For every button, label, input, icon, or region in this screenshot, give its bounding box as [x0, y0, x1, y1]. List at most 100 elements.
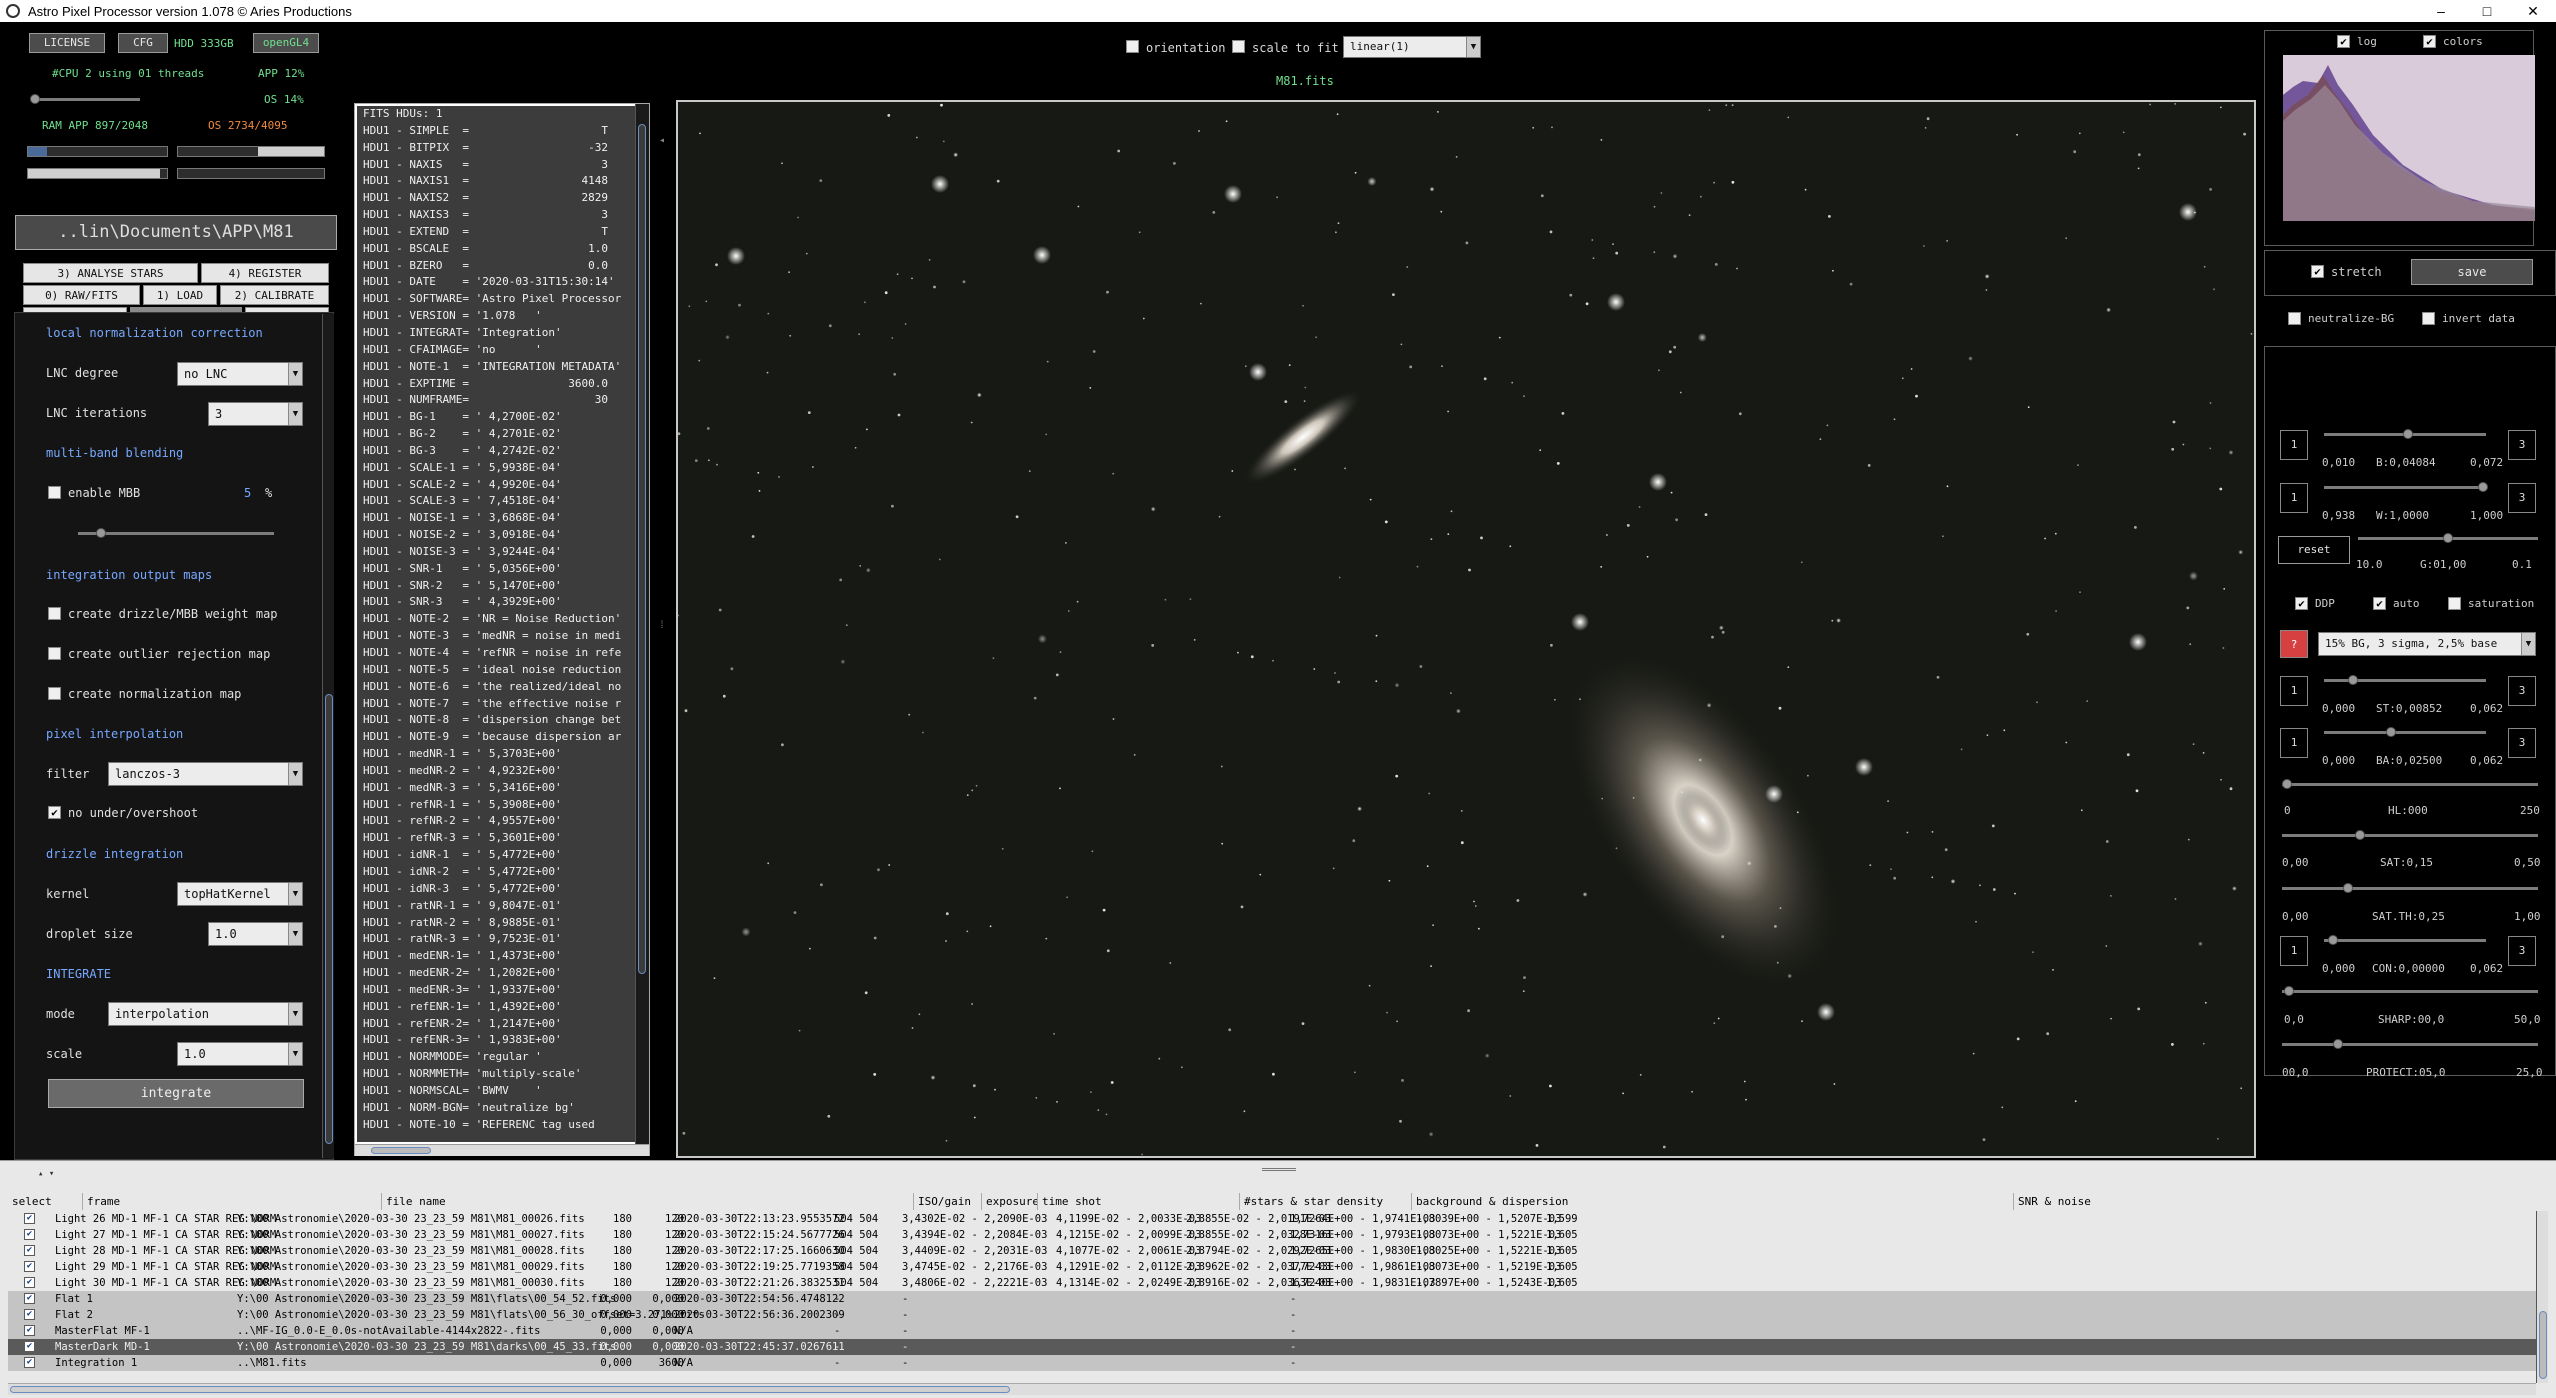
table-row[interactable]: ✔ Light 26 MD-1 MF-1 CA STAR REG NORM Y:\0…	[8, 1211, 2548, 1227]
row-select-checkbox[interactable]: ✔	[24, 1309, 35, 1320]
col-select[interactable]: select	[8, 1193, 83, 1210]
st-increase-button[interactable]: 3	[2508, 676, 2536, 706]
w-increase-button[interactable]: 3	[2508, 483, 2536, 513]
fits-scrollbar-thumb[interactable]	[638, 124, 646, 974]
col-iso-gain[interactable]: ISO/gain	[914, 1193, 982, 1210]
invert-data-checkbox[interactable]	[2422, 312, 2435, 325]
table-row[interactable]: ✔ Light 28 MD-1 MF-1 CA STAR REG NORM Y:\0…	[8, 1243, 2548, 1259]
drizzle-map-checkbox[interactable]	[48, 607, 61, 620]
col-frame[interactable]: frame	[83, 1193, 382, 1210]
con-slider-thumb[interactable]	[2328, 935, 2338, 945]
log-checkbox[interactable]: ✔	[2337, 35, 2350, 48]
fits-hscroll-thumb[interactable]	[371, 1147, 431, 1154]
con-decrease-button[interactable]: 1	[2280, 936, 2308, 966]
col-background[interactable]: background & dispersion	[1412, 1193, 2014, 1210]
col-exposure[interactable]: exposure (s)	[982, 1193, 1038, 1210]
satth-slider-thumb[interactable]	[2343, 883, 2353, 893]
fits-header-text[interactable]: FITS HDUs: 1 HDU1 - SIMPLE = T HDU1 - BITP…	[357, 106, 637, 1142]
threads-slider-thumb[interactable]	[30, 94, 40, 104]
maximize-button[interactable]: □	[2464, 0, 2510, 22]
orientation-checkbox[interactable]	[1126, 40, 1139, 53]
stretch-mode-select[interactable]: linear(1) ▼	[1343, 36, 1481, 58]
reset-button[interactable]: reset	[2278, 536, 2350, 564]
collapse-arrow-icon[interactable]: ◂	[659, 135, 665, 146]
sat-slider-thumb[interactable]	[2355, 830, 2365, 840]
splitter-handle-icon[interactable]: ⁞	[659, 620, 665, 632]
b-slider-thumb[interactable]	[2403, 429, 2413, 439]
ba-decrease-button[interactable]: 1	[2280, 728, 2308, 758]
integrate-button[interactable]: integrate	[48, 1079, 304, 1108]
tab-analyse-stars[interactable]: 3) ANALYSE STARS	[23, 263, 198, 283]
protect-slider-track[interactable]	[2282, 1043, 2538, 1046]
scale-to-fit-checkbox[interactable]	[1232, 40, 1245, 53]
row-select-checkbox[interactable]: ✔	[24, 1261, 35, 1272]
fits-header-scrollbar[interactable]	[635, 104, 649, 1144]
colors-checkbox[interactable]: ✔	[2423, 35, 2436, 48]
image-viewer[interactable]	[676, 100, 2256, 1158]
con-slider-track[interactable]	[2324, 939, 2486, 942]
table-row[interactable]: ✔ MasterDark MD-1 Y:\00 Astronomie\2020-03…	[8, 1339, 2548, 1355]
ddp-help-button[interactable]: ?	[2280, 630, 2308, 658]
no-overshoot-checkbox[interactable]: ✔	[48, 806, 61, 819]
sharp-slider-track[interactable]	[2282, 990, 2538, 993]
table-hscroll-thumb[interactable]	[10, 1386, 1010, 1393]
w-slider-track[interactable]	[2324, 486, 2486, 489]
lnc-degree-select[interactable]: no LNC ▼	[177, 362, 303, 386]
b-decrease-button[interactable]: 1	[2280, 430, 2308, 460]
opengl-button[interactable]: openGL4	[253, 33, 319, 53]
b-increase-button[interactable]: 3	[2508, 430, 2536, 460]
protect-slider-thumb[interactable]	[2333, 1039, 2343, 1049]
settings-scrollbar[interactable]	[322, 314, 334, 1158]
row-select-checkbox[interactable]: ✔	[24, 1341, 35, 1352]
tab-raw-fits[interactable]: 0) RAW/FITS	[23, 285, 140, 305]
outlier-map-checkbox[interactable]	[48, 647, 61, 660]
save-button[interactable]: save	[2411, 259, 2533, 285]
working-directory-button[interactable]: ..lin\Documents\APP\M81	[15, 215, 337, 250]
license-button[interactable]: LICENSE	[29, 33, 105, 53]
tab-calibrate[interactable]: 2) CALIBRATE	[220, 285, 329, 305]
table-row[interactable]: ✔ Light 30 MD-1 MF-1 CA STAR REG NORM Y:\0…	[8, 1275, 2548, 1291]
hl-slider-track[interactable]	[2282, 783, 2538, 786]
ba-slider-track[interactable]	[2324, 731, 2486, 734]
scale-select[interactable]: 1.0 ▼	[177, 1042, 303, 1066]
sort-indicator-icon[interactable]: ▴ ▾	[38, 1169, 54, 1179]
tab-register[interactable]: 4) REGISTER	[201, 263, 329, 283]
con-increase-button[interactable]: 3	[2508, 936, 2536, 966]
table-scrollbar[interactable]	[2536, 1211, 2548, 1383]
row-select-checkbox[interactable]: ✔	[24, 1213, 35, 1224]
auto-checkbox[interactable]: ✔	[2373, 597, 2386, 610]
col-time-shot[interactable]: time shot	[1038, 1193, 1240, 1210]
tab-load[interactable]: 1) LOAD	[143, 285, 217, 305]
g-slider-thumb[interactable]	[2443, 533, 2453, 543]
col-stars[interactable]: #stars & star density	[1240, 1193, 1412, 1210]
settings-scrollbar-thumb[interactable]	[325, 694, 333, 1144]
sharp-slider-thumb[interactable]	[2284, 986, 2294, 996]
col-snr[interactable]: SNR & noise	[2014, 1193, 2548, 1210]
st-slider-thumb[interactable]	[2348, 675, 2358, 685]
table-row[interactable]: ✔ Flat 2 Y:\00 Astronomie\2020-03-30 23_23…	[8, 1307, 2548, 1323]
col-file-name[interactable]: file name	[382, 1193, 914, 1210]
lnc-iterations-select[interactable]: 3 ▼	[208, 402, 303, 426]
droplet-size-select[interactable]: 1.0 ▼	[208, 922, 303, 946]
ba-increase-button[interactable]: 3	[2508, 728, 2536, 758]
table-row[interactable]: ✔ Integration 1 ..\M81.fits 0,000 3600 N/A - - -	[8, 1355, 2548, 1371]
mbb-slider-thumb[interactable]	[96, 528, 106, 538]
kernel-select[interactable]: topHatKernel ▼	[177, 882, 303, 906]
row-select-checkbox[interactable]: ✔	[24, 1325, 35, 1336]
satth-slider-track[interactable]	[2282, 887, 2538, 890]
table-row[interactable]: ✔ MasterFlat MF-1 ..\MF-IG_0.0-E_0.0s-notA…	[8, 1323, 2548, 1339]
mbb-slider-track[interactable]	[78, 532, 274, 535]
sat-slider-track[interactable]	[2282, 834, 2538, 837]
table-scrollbar-thumb[interactable]	[2539, 1311, 2547, 1379]
close-button[interactable]: ✕	[2510, 0, 2556, 22]
w-slider-thumb[interactable]	[2478, 482, 2488, 492]
saturation-checkbox[interactable]	[2448, 597, 2461, 610]
table-row[interactable]: ✔ Light 27 MD-1 MF-1 CA STAR REG NORM Y:\0…	[8, 1227, 2548, 1243]
table-hscrollbar[interactable]	[8, 1383, 2536, 1395]
w-decrease-button[interactable]: 1	[2280, 483, 2308, 513]
row-select-checkbox[interactable]: ✔	[24, 1229, 35, 1240]
table-row[interactable]: ✔ Light 29 MD-1 MF-1 CA STAR REG NORM Y:\0…	[8, 1259, 2548, 1275]
row-select-checkbox[interactable]: ✔	[24, 1245, 35, 1256]
minimize-button[interactable]: –	[2418, 0, 2464, 22]
enable-mbb-checkbox[interactable]	[48, 486, 61, 499]
